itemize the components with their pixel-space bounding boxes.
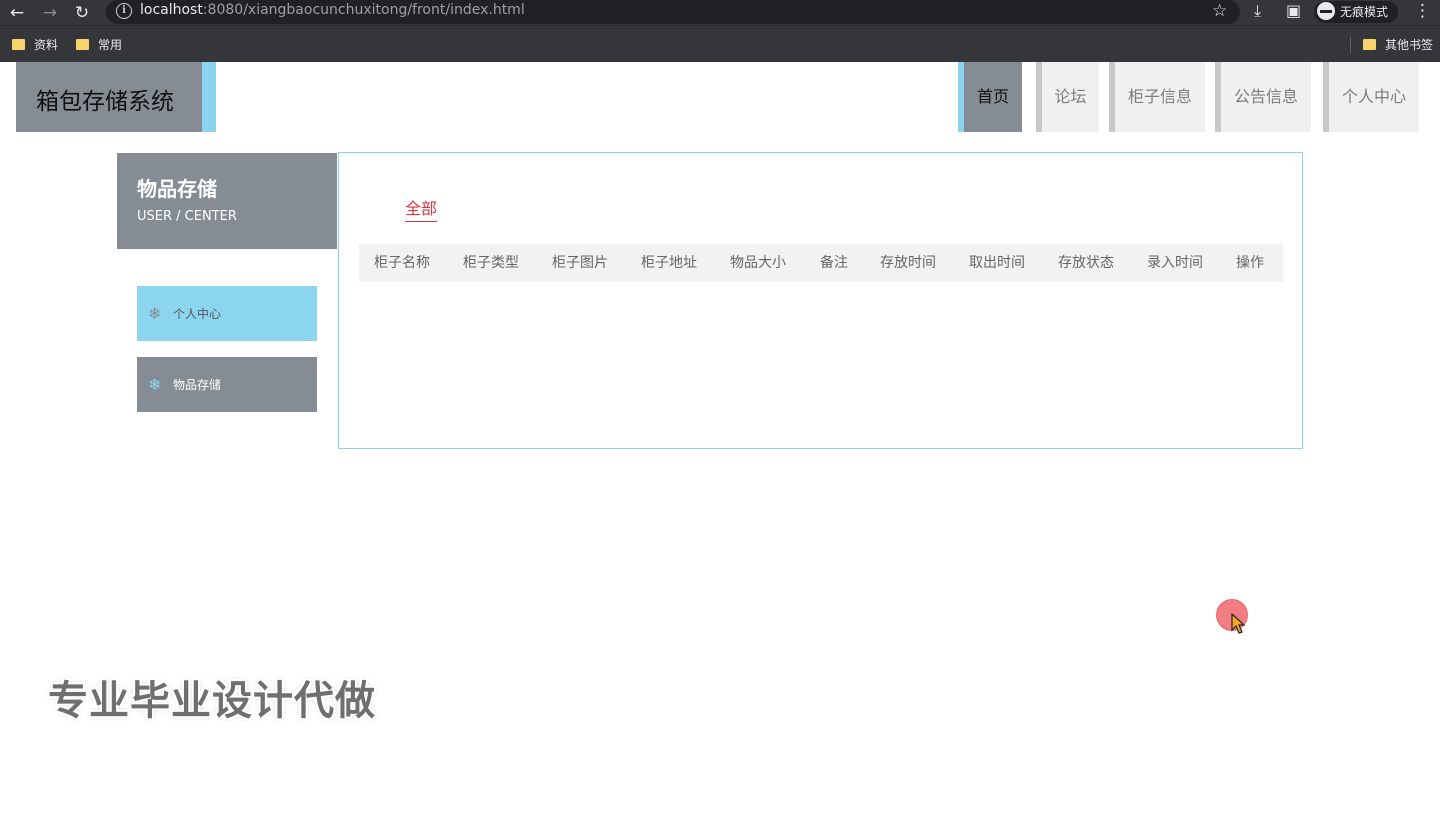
browser-toolbar: ← → ↻ i localhost:8080/xiangbaocunchuxit…: [0, 0, 1440, 25]
folder-icon: [76, 39, 89, 50]
folder-icon: [1363, 39, 1376, 50]
table-header: 柜子名称 柜子类型 柜子图片 柜子地址 物品大小 备注 存放时间 取出时间 存放…: [359, 244, 1283, 282]
nav-announcements[interactable]: 公告信息: [1215, 62, 1311, 132]
download-icon[interactable]: ⤓: [1254, 1, 1261, 21]
incognito-icon: [1317, 2, 1335, 20]
column-header: 操作: [1236, 255, 1264, 271]
forward-icon[interactable]: →: [39, 2, 61, 24]
bookmark-label: 常用: [98, 38, 123, 52]
bookmark-folder-changyong[interactable]: 常用: [76, 36, 122, 53]
menu-icon[interactable]: ⋮: [1414, 1, 1431, 21]
url-host: localhost: [140, 2, 203, 18]
bookmarks-bar: 资料 常用 其他书签: [0, 25, 1440, 62]
column-header: 取出时间: [969, 255, 1025, 271]
back-icon[interactable]: ←: [6, 2, 28, 24]
watermark-text: 专业毕业设计代做: [48, 678, 376, 724]
nav-personal-center[interactable]: 个人中心: [1323, 62, 1419, 132]
bookmark-label: 资料: [34, 38, 59, 52]
column-header: 柜子图片: [552, 255, 608, 271]
bookmark-star-icon[interactable]: ☆: [1212, 1, 1227, 21]
content-panel: 全部 柜子名称 柜子类型 柜子图片 柜子地址 物品大小 备注 存放时间 取出时间…: [338, 152, 1303, 449]
column-header: 物品大小: [730, 255, 786, 271]
bookmark-label: 其他书签: [1385, 38, 1434, 52]
url-path: :8080/xiangbaocunchuxitong/front/index.h…: [202, 2, 525, 18]
nav-forum[interactable]: 论坛: [1036, 62, 1099, 132]
column-header: 存放状态: [1058, 255, 1114, 271]
sidebar-item-label: 个人中心: [173, 307, 222, 321]
address-bar[interactable]: i localhost:8080/xiangbaocunchuxitong/fr…: [106, 0, 1240, 24]
snowflake-icon: ❄: [148, 304, 162, 323]
side-panel-icon[interactable]: ▣: [1286, 1, 1301, 20]
folder-icon: [12, 39, 25, 50]
bookmark-folder-ziliao[interactable]: 资料: [12, 36, 58, 53]
url-text[interactable]: localhost:8080/xiangbaocunchuxitong/fron…: [140, 2, 525, 18]
column-header: 录入时间: [1147, 255, 1203, 271]
column-header: 柜子类型: [463, 255, 519, 271]
sidebar-subtitle: USER / CENTER: [137, 209, 237, 224]
tab-all[interactable]: 全部: [405, 195, 438, 222]
site-info-icon[interactable]: i: [116, 3, 132, 19]
sidebar-item-item-storage[interactable]: ❄ 物品存储: [137, 357, 317, 412]
nav-cabinet-info[interactable]: 柜子信息: [1109, 62, 1205, 132]
incognito-badge[interactable]: 无痕模式: [1314, 1, 1399, 23]
cursor-pointer-icon: [1231, 613, 1246, 634]
column-header: 柜子地址: [641, 255, 697, 271]
sidebar-header: 物品存储 USER / CENTER: [117, 153, 337, 249]
site-title: 箱包存储系统: [36, 89, 174, 115]
column-header: 备注: [820, 255, 848, 271]
bookmarks-divider: [1350, 37, 1351, 53]
sidebar-title: 物品存储: [137, 177, 217, 201]
column-header: 柜子名称: [374, 255, 430, 271]
incognito-label: 无痕模式: [1340, 5, 1389, 19]
other-bookmarks[interactable]: 其他书签: [1363, 36, 1433, 53]
sidebar-item-label: 物品存储: [173, 378, 222, 392]
reload-icon[interactable]: ↻: [71, 2, 93, 24]
site-logo[interactable]: 箱包存储系统: [16, 62, 216, 132]
snowflake-icon: ❄: [148, 375, 162, 394]
sidebar-item-personal-center[interactable]: ❄ 个人中心: [137, 286, 317, 341]
nav-home[interactable]: 首页: [958, 62, 1022, 132]
column-header: 存放时间: [880, 255, 936, 271]
